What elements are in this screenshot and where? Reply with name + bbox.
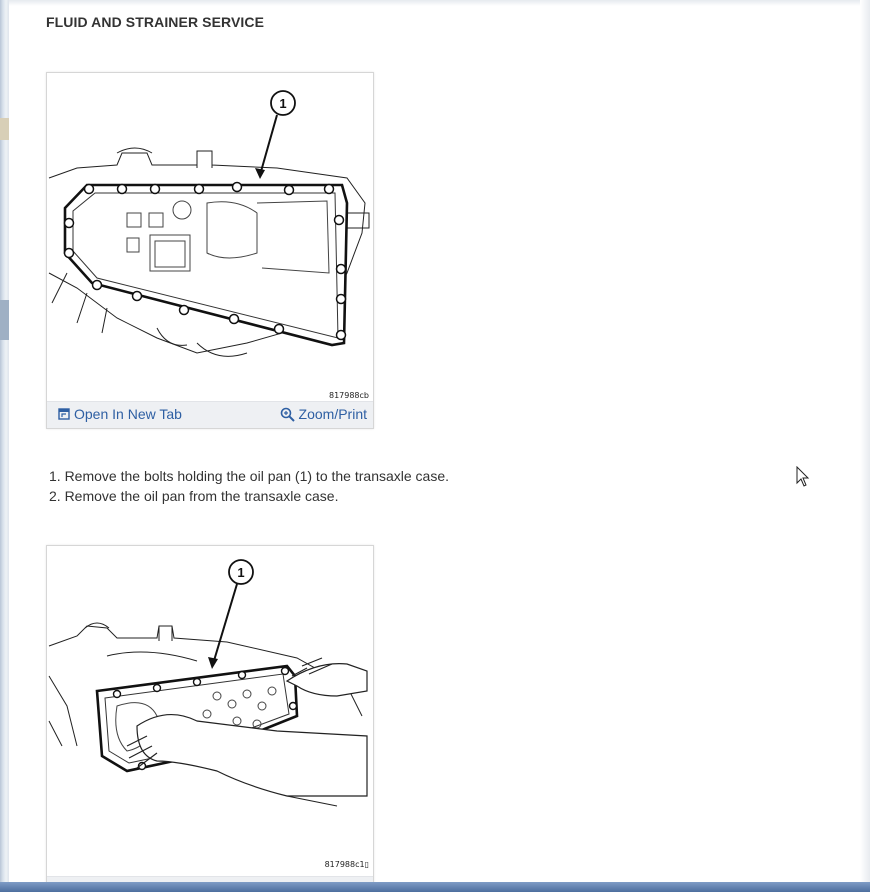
callout-number: 1	[279, 96, 286, 111]
section-title: FLUID AND STRAINER SERVICE	[46, 14, 265, 30]
figure-oil-pan-bolts: 1 817988cb Open In New Tab Zoom/Print	[46, 72, 374, 429]
callout-number: 1	[237, 565, 244, 580]
zoom-print-label: Zoom/Print	[298, 406, 367, 422]
figure-code: 817988cb	[328, 391, 369, 400]
open-tab-icon	[58, 408, 70, 420]
figure-code: 817988c1▯	[324, 860, 369, 869]
window-right-edge	[860, 0, 870, 892]
figure-remove-oil-pan: 1 817988c1▯	[46, 545, 374, 892]
window-left-edge	[0, 0, 9, 892]
figure-caption-bar: Open In New Tab Zoom/Print	[47, 401, 373, 428]
window-top-edge	[9, 0, 870, 6]
zoom-print-link[interactable]: Zoom/Print	[280, 406, 367, 422]
step-item: 2. Remove the oil pan from the transaxle…	[49, 488, 339, 504]
window-bottom-edge	[0, 882, 870, 892]
mouse-cursor-icon	[796, 466, 810, 487]
magnifier-icon	[280, 407, 295, 422]
oil-pan-removal-illustration: 1	[48, 559, 368, 807]
step-item: 1. Remove the bolts holding the oil pan …	[49, 468, 450, 484]
procedure-steps: 1. Remove the bolts holding the oil pan …	[49, 466, 449, 506]
open-in-new-tab-label: Open In New Tab	[74, 406, 182, 422]
open-in-new-tab-link[interactable]: Open In New Tab	[58, 406, 182, 422]
oil-pan-illustration: 1	[48, 90, 370, 357]
